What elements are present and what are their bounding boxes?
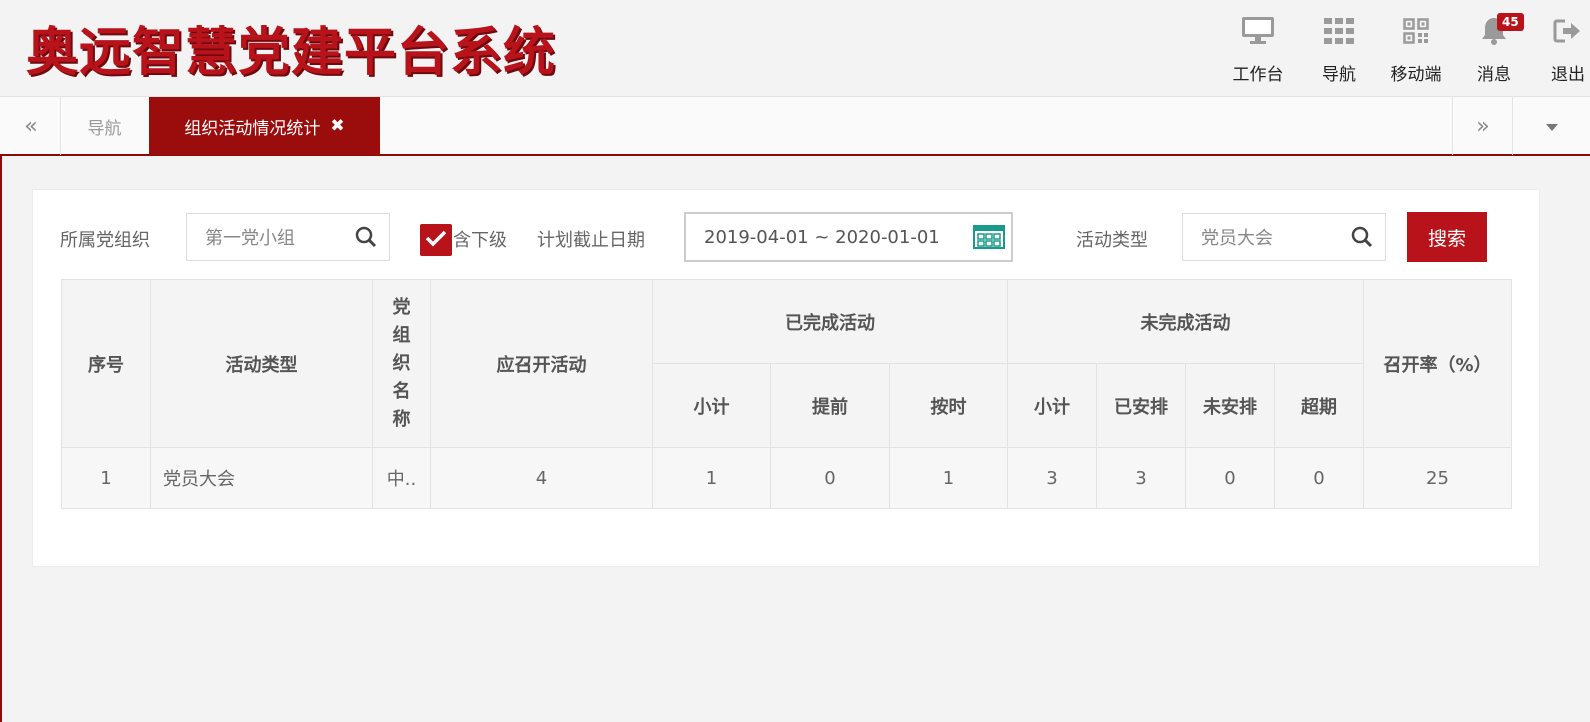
header-incomplete-unarranged: 未安排: [1185, 363, 1275, 448]
activity-stats-table: 序号 活动类型 党 组 织 名 称 应召开活动 已完成活动 未完成活动 召开率（…: [61, 279, 1512, 509]
header-incomplete-arranged: 已安排: [1096, 363, 1186, 448]
header-incomplete-total: 小计: [1007, 363, 1097, 448]
messages-button[interactable]: 45 消息: [1459, 13, 1529, 85]
cell-incomplete-unarranged: 0: [1185, 447, 1275, 509]
cell-activity-type: 党员大会: [150, 447, 373, 509]
cell-completed-ontime: 1: [889, 447, 1008, 509]
search-icon[interactable]: [355, 226, 377, 253]
header-completed-early: 提前: [770, 363, 890, 448]
cell-completed-early: 0: [770, 447, 890, 509]
header-completed-total: 小计: [652, 363, 771, 448]
logout-icon: [1533, 14, 1590, 48]
header-completed-ontime: 按时: [889, 363, 1008, 448]
tab-nav[interactable]: 导航: [60, 97, 149, 155]
grid-icon: [1304, 14, 1374, 48]
header: 奥远智慧党建平台系统 工作台 导航 移动端 45 消息 退出: [0, 0, 1590, 96]
tab-bar: « 导航 组织活动情况统计 ✖ »: [0, 96, 1590, 156]
date-label: 计划截止日期: [537, 230, 645, 251]
header-incomplete: 未完成活动: [1007, 279, 1364, 364]
activity-type-input[interactable]: 党员大会: [1182, 213, 1386, 261]
org-select-input[interactable]: 第一党小组: [186, 213, 390, 261]
activity-type-value: 党员大会: [1201, 228, 1273, 249]
checkmark-icon: [425, 229, 447, 251]
cell-org-name: 中..: [372, 447, 431, 509]
org-value: 第一党小组: [205, 228, 295, 249]
tab-activity-statistics-label: 组织活动情况统计: [184, 118, 321, 139]
calendar-icon[interactable]: [973, 224, 1005, 255]
search-icon[interactable]: [1351, 226, 1373, 253]
close-icon[interactable]: ✖: [330, 116, 344, 136]
mobile-button[interactable]: 移动端: [1381, 14, 1451, 85]
header-rate: 召开率（%）: [1363, 279, 1512, 448]
search-button[interactable]: 搜索: [1407, 212, 1487, 262]
nav-button[interactable]: 导航: [1304, 14, 1374, 85]
cell-incomplete-arranged: 3: [1096, 447, 1186, 509]
tab-menu-dropdown[interactable]: [1512, 97, 1590, 155]
header-completed: 已完成活动: [652, 279, 1008, 364]
workbench-label: 工作台: [1232, 65, 1284, 85]
messages-label: 消息: [1477, 65, 1511, 85]
include-sub-checkbox[interactable]: [420, 224, 452, 256]
mobile-label: 移动端: [1390, 65, 1442, 85]
cell-incomplete-total: 3: [1007, 447, 1097, 509]
date-range-input[interactable]: 2019-04-01 ~ 2020-01-01: [684, 212, 1013, 262]
table-row[interactable]: 1 党员大会 中.. 4 1 0 1 3 3 0 0 25: [61, 447, 1512, 509]
header-org-name: 党 组 织 名 称: [372, 279, 431, 448]
activity-type-label: 活动类型: [1076, 230, 1148, 251]
monitor-icon: [1223, 14, 1293, 48]
logout-label: 退出: [1551, 65, 1585, 85]
tab-activity-statistics[interactable]: 组织活动情况统计 ✖: [149, 97, 380, 155]
message-count-badge: 45: [1497, 13, 1524, 31]
app-title: 奥远智慧党建平台系统: [26, 23, 557, 83]
qrcode-icon: [1381, 14, 1451, 48]
date-range-value: 2019-04-01 ~ 2020-01-01: [704, 226, 940, 248]
cell-incomplete-overdue: 0: [1274, 447, 1364, 509]
tab-scroll-left-button[interactable]: «: [2, 97, 61, 155]
header-incomplete-overdue: 超期: [1274, 363, 1364, 448]
org-label: 所属党组织: [60, 230, 150, 251]
cell-completed-total: 1: [652, 447, 771, 509]
include-sub-label: 含下级: [453, 230, 507, 251]
cell-rate: 25: [1363, 447, 1512, 509]
nav-label: 导航: [1322, 65, 1356, 85]
workbench-button[interactable]: 工作台: [1223, 14, 1293, 85]
cell-should-hold: 4: [430, 447, 653, 509]
cell-index: 1: [61, 447, 151, 509]
caret-down-icon: [1546, 117, 1558, 136]
logout-button[interactable]: 退出: [1533, 14, 1590, 85]
tab-scroll-right-button[interactable]: »: [1452, 97, 1513, 155]
header-activity-type: 活动类型: [150, 279, 373, 448]
header-index: 序号: [61, 279, 151, 448]
header-should-hold: 应召开活动: [430, 279, 653, 448]
